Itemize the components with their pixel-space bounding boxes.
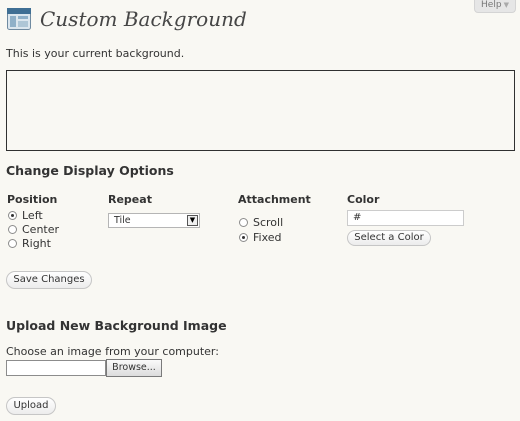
position-left-label: Left [22, 208, 43, 222]
upload-heading: Upload New Background Image [6, 318, 227, 333]
browse-button[interactable]: Browse... [106, 359, 162, 377]
upload-prompt: Choose an image from your computer: [6, 345, 219, 358]
file-path-input[interactable] [6, 360, 106, 376]
repeat-selected-value: Tile [114, 215, 131, 226]
position-right-label: Right [22, 236, 51, 250]
dropdown-arrow-icon[interactable]: ▼ [187, 215, 198, 226]
attachment-fixed-option[interactable]: Fixed [239, 230, 283, 244]
position-label: Position [7, 193, 58, 206]
background-preview [6, 70, 515, 151]
intro-text: This is your current background. [6, 47, 185, 60]
chevron-down-icon: ▼ [503, 1, 509, 9]
color-label: Color [347, 193, 380, 206]
page-title: Custom Background [40, 7, 247, 31]
appearance-icon [7, 8, 31, 30]
select-color-button[interactable]: Select a Color [347, 230, 431, 246]
display-options-heading: Change Display Options [6, 163, 174, 178]
position-center-radio[interactable] [8, 224, 17, 234]
position-right-option[interactable]: Right [8, 236, 59, 250]
position-options: Left Center Right [8, 208, 59, 250]
repeat-select[interactable]: Tile ▼ [108, 213, 200, 228]
help-tab[interactable]: Help ▼ [474, 0, 516, 13]
attachment-options: Scroll Fixed [239, 215, 283, 244]
attachment-fixed-radio[interactable] [239, 232, 248, 242]
position-right-radio[interactable] [8, 238, 17, 248]
save-changes-button[interactable]: Save Changes [6, 271, 92, 289]
help-label: Help [481, 0, 502, 10]
position-left-radio[interactable] [8, 210, 17, 220]
upload-button[interactable]: Upload [6, 397, 56, 415]
attachment-fixed-label: Fixed [253, 230, 282, 244]
color-input[interactable]: # [347, 210, 464, 226]
attachment-scroll-radio[interactable] [239, 217, 248, 227]
position-left-option[interactable]: Left [8, 208, 59, 222]
attachment-scroll-label: Scroll [253, 215, 284, 229]
position-center-label: Center [22, 222, 60, 236]
repeat-label: Repeat [108, 193, 152, 206]
attachment-label: Attachment [238, 193, 311, 206]
position-center-option[interactable]: Center [8, 222, 59, 236]
attachment-scroll-option[interactable]: Scroll [239, 215, 283, 229]
